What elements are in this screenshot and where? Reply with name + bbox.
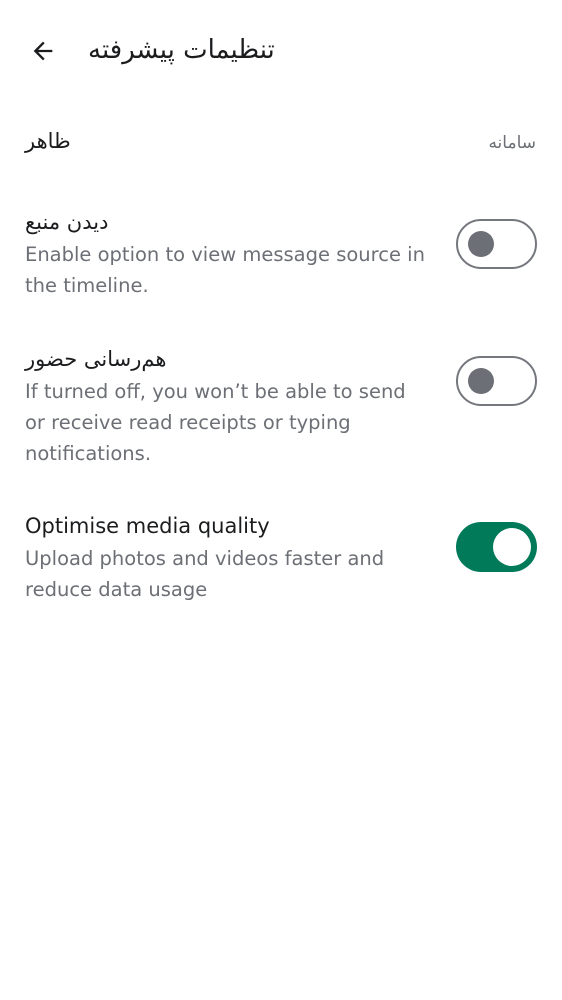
appearance-value: سامانه xyxy=(488,133,536,153)
toggle-thumb xyxy=(468,230,494,257)
setting-title: هم‌رسانی حضور xyxy=(25,347,167,371)
toggle-thumb xyxy=(468,367,494,394)
share-presence-toggle[interactable] xyxy=(456,356,537,406)
optimise-media-setting-row[interactable]: Optimise media quality Upload photos and… xyxy=(0,511,562,611)
app-bar: تنظیمات پیشرفته xyxy=(0,0,562,100)
view-source-setting-row[interactable]: دیدن منبع Enable option to view message … xyxy=(0,207,562,307)
setting-description: Enable option to view message source in … xyxy=(25,243,425,297)
back-button[interactable] xyxy=(22,30,64,72)
appearance-label: ظاهر xyxy=(25,129,71,153)
arrow-left-icon xyxy=(33,41,53,61)
setting-title: Optimise media quality xyxy=(25,514,270,538)
optimise-media-toggle[interactable] xyxy=(456,522,537,572)
setting-description: Upload photos and videos faster and redu… xyxy=(25,547,385,601)
appearance-setting-row[interactable]: ظاهر سامانه xyxy=(0,118,562,168)
setting-title: دیدن منبع xyxy=(25,210,109,234)
share-presence-setting-row[interactable]: هم‌رسانی حضور If turned off, you won’t b… xyxy=(0,344,562,474)
toggle-thumb xyxy=(493,528,531,566)
view-source-toggle[interactable] xyxy=(456,219,537,269)
page-title: تنظیمات پیشرفته xyxy=(88,35,275,65)
setting-description: If turned off, you won’t be able to send… xyxy=(25,380,406,465)
